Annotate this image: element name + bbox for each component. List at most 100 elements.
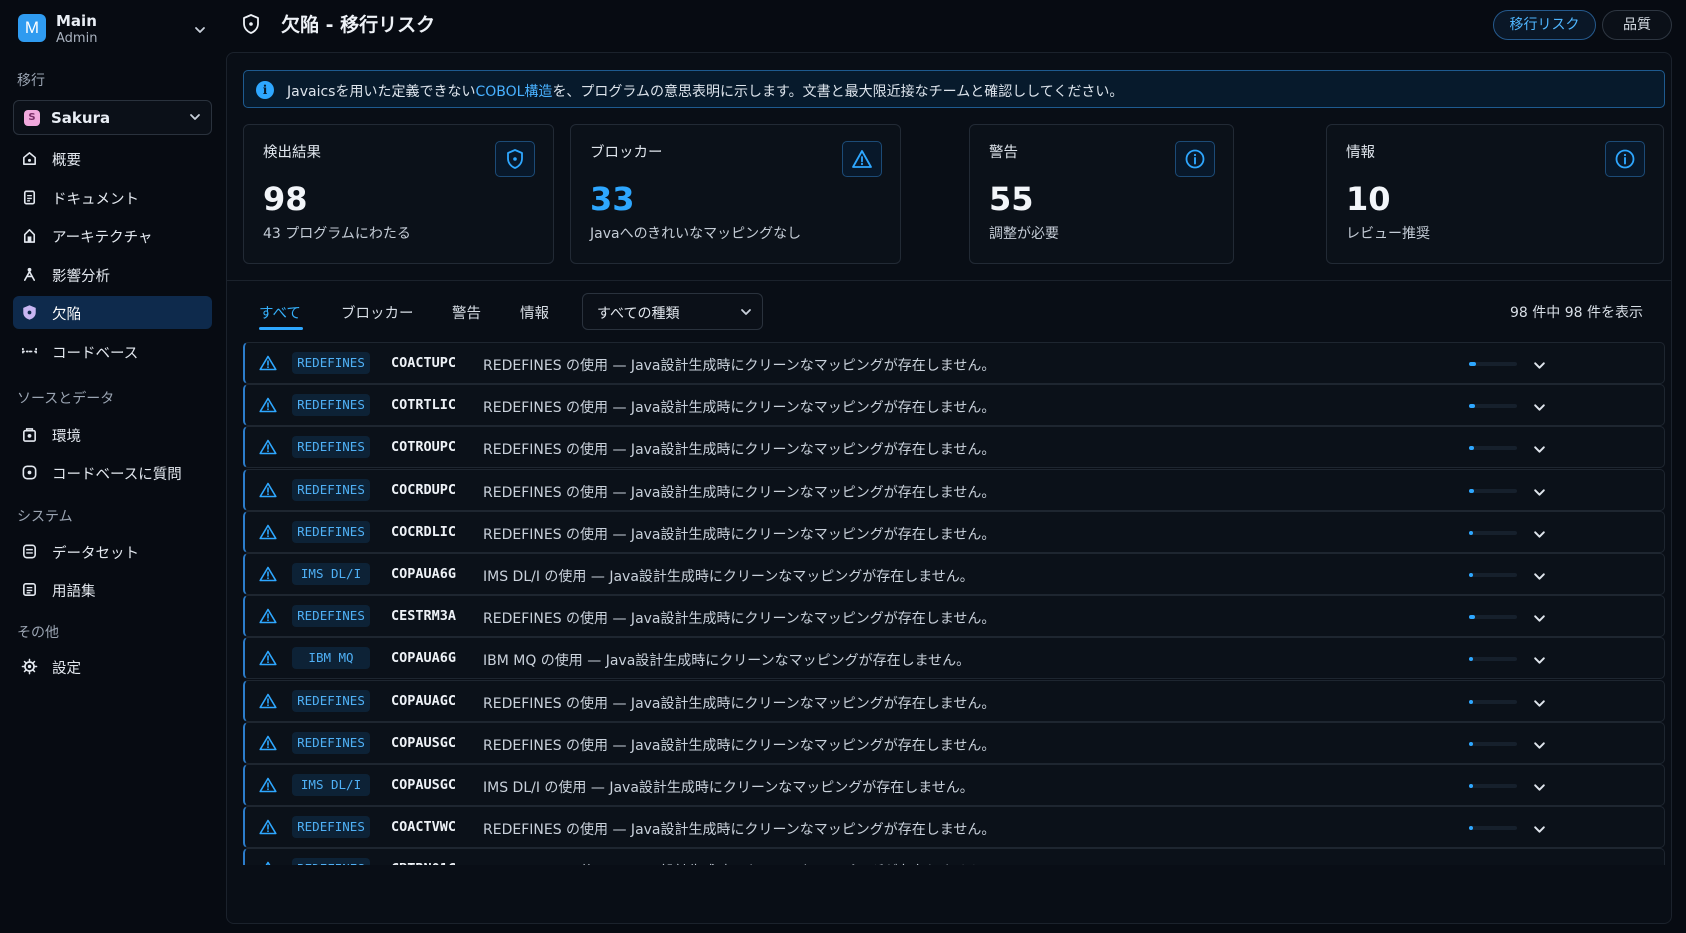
warning-icon [259,566,277,586]
sidebar-item-defects[interactable]: 欠陥 [13,296,212,329]
sidebar-item-glossary[interactable]: 用語集 [13,573,212,606]
warning-icon [259,819,277,839]
shield-icon [23,305,36,320]
chevron-down-icon[interactable] [1533,357,1546,376]
chevron-down-icon[interactable] [1533,610,1546,629]
chevron-down-icon[interactable] [1533,441,1546,460]
finding-description: REDEFINES の使用 — Java設計生成時にクリーンなマッピングが存在し… [483,861,995,865]
sidebar-item-label: 欠陥 [52,307,81,323]
info-icon [1605,141,1645,177]
shield-icon [243,14,259,34]
program-name: COPAUAGC [391,692,457,709]
quality-button[interactable]: 品質 [1602,10,1672,40]
stat-subtitle: 43 プログラムにわたる [263,226,411,242]
workspace-switcher[interactable]: M Main Admin [18,12,218,48]
sidebar-item-overview[interactable]: 概要 [13,142,212,175]
stat-subtitle: Javaへのきれいなマッピングなし [590,226,802,242]
finding-row[interactable]: IBM MQ COPAUA6G IBM MQ の使用 — Java設計生成時にクリー… [243,637,1665,680]
severity-bar [1469,446,1517,451]
info-banner: i Javaicsを用いた定義できないCOBOL構造を、プログラムの意思表明に示… [243,70,1665,108]
warning-icon [259,355,277,375]
sidebar-item-documents[interactable]: ドキュメント [13,181,212,214]
defect-type-badge: REDEFINES [292,352,370,374]
finding-row[interactable]: REDEFINES COACTUPC REDEFINES の使用 — Java設計生… [243,342,1665,384]
chevron-down-icon[interactable] [1533,737,1546,756]
sidebar: M Main Admin 移行 S Sakura 概要 ドキュメント アーキテク… [0,0,225,933]
type-filter-select[interactable]: すべての種類 [582,293,763,330]
workspace-role: Admin [56,31,98,46]
finding-row[interactable]: REDEFINES COTROUPC REDEFINES の使用 — Java設計生… [243,426,1665,469]
program-name: COPAUA6G [391,566,457,582]
stat-value: 10 [1346,180,1391,218]
finding-description: REDEFINES の使用 — Java設計生成時にクリーンなマッピングが存在し… [483,400,996,417]
warning-icon [259,608,277,628]
finding-row[interactable]: REDEFINES COACTVWC REDEFINES の使用 — Java設計生… [243,806,1665,849]
chevron-down-icon[interactable] [1533,568,1546,587]
sidebar-item-environment[interactable]: 環境 [13,418,212,451]
severity-bar [1469,362,1517,366]
warning-icon [259,482,277,502]
project-badge: S [24,110,40,126]
finding-row[interactable]: REDEFINES COCRDUPC REDEFINES の使用 — Java設計生… [243,468,1665,511]
chevron-down-icon[interactable] [1533,652,1546,671]
finding-row[interactable]: REDEFINES COCRDLIC REDEFINES の使用 — Java設計生… [243,510,1665,553]
tab-info[interactable]: 情報 [520,302,549,323]
stat-subtitle: 調整が必要 [989,226,1059,242]
tab-warnings[interactable]: 警告 [452,302,481,323]
sidebar-item-label: アーキテクチャ [52,230,153,246]
info-icon [1175,141,1215,177]
program-name: COCRDUPC [391,481,457,498]
chevron-down-icon[interactable] [188,18,212,42]
stat-value: 98 [263,180,308,218]
chevron-down-icon[interactable] [1533,526,1546,545]
severity-bar-fill [1469,446,1474,451]
chevron-down-icon[interactable] [1533,484,1546,503]
sidebar-item-impact[interactable]: 影響分析 [13,258,212,291]
section-label-other: その他 [17,625,59,641]
chevron-down-icon[interactable] [1533,779,1546,798]
severity-bar-fill [1469,657,1473,662]
chevron-down-icon[interactable] [1533,399,1546,418]
database-icon [23,544,36,559]
sidebar-item-ask-codebase[interactable]: コードベースに質問 [13,456,212,489]
program-name: COPAUSGC [391,777,457,793]
warning-icon [259,777,277,797]
sidebar-item-label: ドキュメント [52,192,139,208]
finding-description: REDEFINES の使用 — Java設計生成時にクリーンなマッピングが存在し… [483,737,996,754]
chevron-down-icon[interactable] [1533,863,1546,865]
severity-bar [1469,573,1517,577]
finding-row[interactable]: REDEFINES CBTRN01C REDEFINES の使用 — Java設計生… [243,848,1665,865]
sidebar-item-settings[interactable]: 設定 [13,650,212,683]
architecture-icon [23,229,36,243]
defect-type-badge: REDEFINES [292,520,370,543]
finding-row[interactable]: IMS DL/I COPAUSGC IMS DL/I の使用 — Java設計生成時… [243,764,1665,806]
document-icon [23,190,36,205]
section-divider [227,280,1671,281]
sidebar-item-architecture[interactable]: アーキテクチャ [13,219,212,252]
finding-row[interactable]: REDEFINES COPAUSGC REDEFINES の使用 — Java設計生… [243,721,1665,764]
section-label-source-data: ソースとデータ [17,391,115,407]
tab-blockers[interactable]: ブロッカー [341,302,414,323]
banner-text: Javaicsを用いた定義できないCOBOL構造を、プログラムの意思表明に示しま… [287,81,1123,101]
finding-row[interactable]: REDEFINES CESTRM3A REDEFINES の使用 — Java設計生… [243,595,1665,638]
finding-row[interactable]: REDEFINES COPAUAGC REDEFINES の使用 — Java設計生… [243,679,1665,722]
glossary-icon [23,583,36,596]
finding-row[interactable]: IMS DL/I COPAUA6G IMS DL/I の使用 — Java設計生成時… [243,553,1665,595]
sidebar-item-datasets[interactable]: データセット [13,535,212,568]
sidebar-item-label: コードベース [52,346,139,362]
chevron-down-icon[interactable] [1533,821,1546,840]
finding-row[interactable]: REDEFINES COTRTLIC REDEFINES の使用 — Java設計生… [243,384,1665,427]
app-window: M Main Admin 移行 S Sakura 概要 ドキュメント アーキテク… [0,0,1686,933]
code-icon [22,347,37,356]
tab-all[interactable]: すべて [259,302,301,323]
defect-type-badge: IMS DL/I [292,563,370,585]
migration-risk-button[interactable]: 移行リスク [1493,10,1596,40]
project-selector[interactable]: S Sakura [13,100,212,135]
stat-card-findings: 検出結果 98 43 プログラムにわたる [243,124,554,264]
severity-bar-fill [1469,826,1473,831]
chevron-down-icon[interactable] [1533,695,1546,714]
severity-bar [1469,657,1517,662]
finding-description: REDEFINES の使用 — Java設計生成時にクリーンなマッピングが存在し… [483,442,996,459]
sidebar-item-codebase[interactable]: コードベース [13,335,212,368]
banner-link[interactable]: COBOL構造 [475,84,552,100]
